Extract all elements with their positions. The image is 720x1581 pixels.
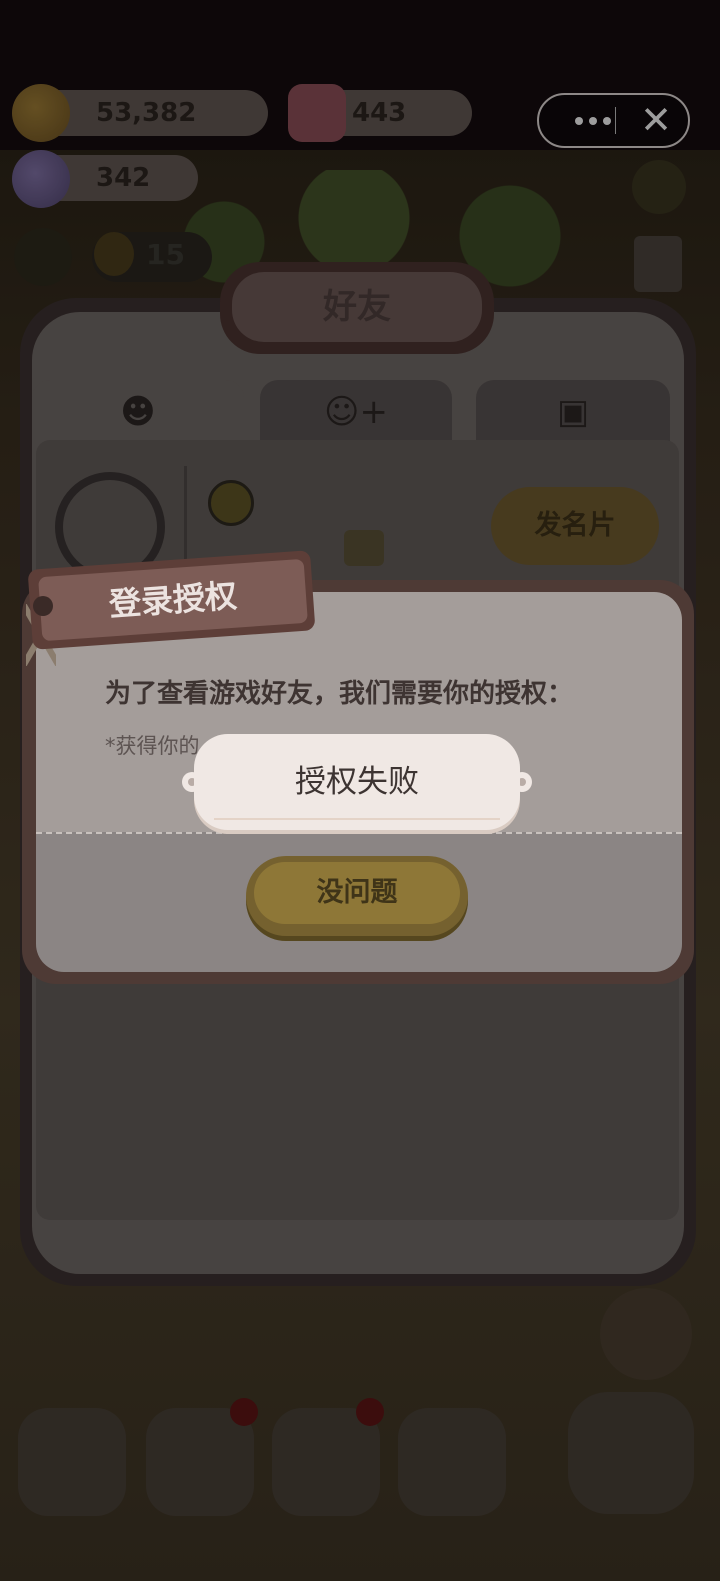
auth-failed-toast: 授权失败	[194, 734, 520, 830]
ok-button-label: 没问题	[254, 862, 460, 924]
dialog-message: 为了查看游戏好友，我们需要你的授权：	[105, 679, 574, 709]
tag-hole	[33, 596, 53, 616]
toast-underline	[214, 818, 500, 820]
ok-button[interactable]: 没问题	[246, 856, 468, 936]
